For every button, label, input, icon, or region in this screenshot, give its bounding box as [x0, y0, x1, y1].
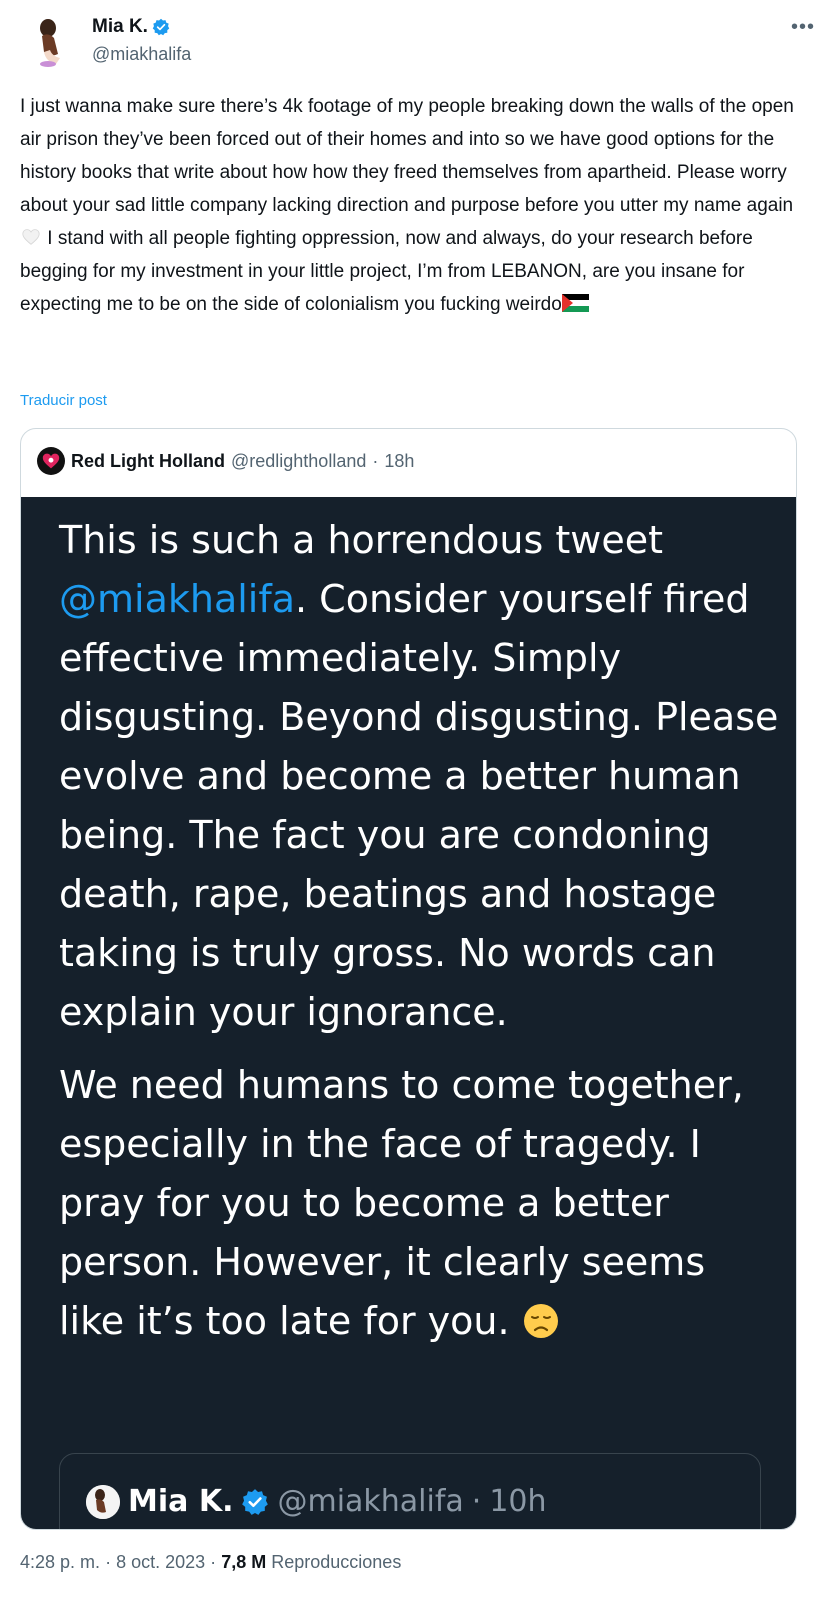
image-text-p1-after: . Consider yourself fired effective imme… — [59, 577, 779, 1034]
avatar-image — [26, 12, 84, 70]
quoted-author-name[interactable]: Red Light Holland — [71, 451, 225, 472]
nested-author-handle: @miakhalifa — [277, 1484, 464, 1519]
nested-timestamp: 10h — [489, 1484, 547, 1519]
author-avatar[interactable] — [26, 12, 84, 70]
author-display-name[interactable]: Mia K. — [92, 16, 148, 38]
meta-separator: · — [105, 1552, 112, 1572]
quoted-image-paragraph-2: We need humans to come together, especia… — [59, 1056, 779, 1351]
nested-tweet-header: Mia K. @miakhalifa · 10h — [86, 1484, 547, 1519]
quoted-image-paragraph-1: This is such a horrendous tweet @miakhal… — [59, 511, 779, 1042]
verified-badge-icon — [152, 18, 170, 36]
tweet-text-part1: I just wanna make sure there’s 4k footag… — [20, 96, 800, 216]
views-label: Reproducciones — [271, 1552, 402, 1572]
verified-badge-icon — [242, 1488, 269, 1515]
tweet-time[interactable]: 4:28 p. m. — [20, 1552, 100, 1572]
image-text-p2: We need humans to come together, especia… — [59, 1063, 744, 1343]
nested-author-name: Mia K. — [128, 1484, 234, 1519]
translate-post-link[interactable]: Traducir post — [20, 392, 107, 409]
nested-author-avatar — [86, 1484, 120, 1519]
tweet-text-part2: I stand with all people fighting oppress… — [20, 228, 759, 315]
tweet-date[interactable]: 8 oct. 2023 — [116, 1552, 205, 1572]
disappointed-face-icon — [523, 1304, 558, 1338]
meta-separator-2: · — [210, 1552, 217, 1572]
quoted-author-avatar[interactable] — [37, 447, 65, 475]
tweet-text: I just wanna make sure there’s 4k footag… — [20, 90, 810, 321]
quoted-author-handle[interactable]: @redlightholland — [231, 451, 366, 472]
red-light-holland-logo-icon — [42, 453, 60, 469]
views-count: 7,8 M — [221, 1552, 267, 1572]
tweet-header: Mia K. @miakhalifa ••• — [20, 10, 815, 72]
quoted-tweet-header: Red Light Holland @redlightholland · 18h — [37, 447, 414, 475]
quoted-timestamp[interactable]: 18h — [384, 451, 414, 472]
white-heart-icon — [22, 229, 40, 245]
author-handle[interactable]: @miakhalifa — [92, 44, 191, 65]
separator-dot: · — [372, 450, 379, 471]
nested-quoted-tweet: Mia K. @miakhalifa · 10h — [59, 1453, 761, 1529]
author-name-row: Mia K. — [92, 16, 170, 38]
tweet-meta: 4:28 p. m. · 8 oct. 2023 · 7,8 M Reprodu… — [20, 1552, 401, 1573]
more-horizontal-icon[interactable]: ••• — [791, 16, 815, 39]
quoted-tweet-image[interactable]: This is such a horrendous tweet @miakhal… — [21, 497, 796, 1529]
nested-avatar-image — [86, 1484, 120, 1519]
image-text-mention: @miakhalifa — [59, 577, 296, 621]
quoted-tweet-card[interactable]: Red Light Holland @redlightholland · 18h… — [20, 428, 797, 1530]
palestine-flag-icon — [561, 294, 589, 312]
image-text-p1-before: This is such a horrendous tweet — [59, 518, 663, 562]
nested-separator-dot: · — [471, 1484, 482, 1519]
quoted-image-text: This is such a horrendous tweet @miakhal… — [59, 511, 779, 1365]
